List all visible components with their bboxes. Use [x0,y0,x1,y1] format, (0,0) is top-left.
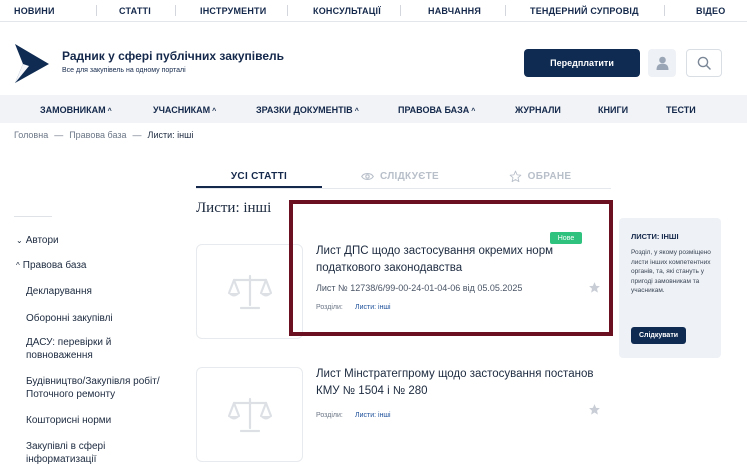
sidebar-group-authors[interactable]: ⌄ Автори [16,235,59,246]
article-thumbnail[interactable] [196,244,303,339]
chevron-up-icon: ^ [16,261,20,270]
sidebar-item-declaration[interactable]: Декларування [26,285,186,298]
main-nav-books[interactable]: КНИГИ [598,105,628,115]
tab-following[interactable]: СЛІДКУЄТЕ [345,165,455,187]
brand-subtitle: Все для закупівель на одному порталі [62,67,186,74]
highlight-frame [289,200,613,336]
sidebar-group-legal-base[interactable]: ^ Правова база [16,260,86,271]
main-nav-journals[interactable]: ЖУРНАЛИ [515,105,561,115]
sidebar-item-construction[interactable]: Будівництво/Закупівля робіт/ Поточного р… [26,375,178,401]
tabs-divider [196,188,611,189]
article-title[interactable]: Лист Мінстратегпрому щодо застосування п… [316,366,606,400]
main-nav-document-samples[interactable]: ЗРАЗКИ ДОКУМЕНТІВ ^ [256,105,359,115]
main-nav-legal-base[interactable]: ПРАВОВА БАЗА ^ [398,105,475,115]
sidebar-item-cost-norms[interactable]: Кошторисні норми [26,414,186,427]
article-thumbnail[interactable] [196,367,303,462]
chevron-up-icon: ^ [107,108,112,115]
sidebar-item-dasu[interactable]: ДАСУ: перевірки й повноваження [26,336,156,362]
top-nav-video[interactable]: ВІДЕО [696,6,725,16]
chevron-up-icon: ^ [212,108,217,115]
top-nav-divider [505,5,506,16]
top-nav-training[interactable]: НАВЧАННЯ [428,6,481,16]
main-nav-tests[interactable]: ТЕСТИ [666,105,696,115]
sidebar-divider [14,216,52,217]
top-nav-divider [287,5,288,16]
chevron-up-icon: ^ [354,108,359,115]
breadcrumb-current: Листи: інші [147,130,194,140]
top-nav-news[interactable]: НОВИНИ [14,6,55,16]
info-box-title: ЛИСТИ: ІНШІ [631,232,679,241]
info-box-text: Розділ, у якому розміщено листи інших ко… [631,249,711,294]
eye-icon [361,172,374,180]
chevron-down-icon: ⌄ [16,236,23,245]
favorite-star-icon[interactable] [588,403,601,416]
sidebar-item-defense-procurement[interactable]: Оборонні закупівлі [26,312,186,325]
top-nav-tools[interactable]: ІНСТРУМЕНТИ [200,6,266,16]
user-button[interactable] [648,49,676,77]
breadcrumb-legal-base[interactable]: Правова база [69,130,126,140]
follow-button[interactable]: Слідкувати [631,327,686,344]
top-nav-tender-support[interactable]: ТЕНДЕРНИЙ СУПРОВІД [530,6,639,16]
breadcrumb: Головна — Правова база — Листи: інші [14,130,194,140]
top-nav-articles[interactable]: СТАТТІ [119,6,151,16]
main-nav: ЗАМОВНИКАМ ^ УЧАСНИКАМ ^ ЗРАЗКИ ДОКУМЕНТІВ… [0,95,747,123]
top-nav-divider [96,5,97,16]
main-nav-customers[interactable]: ЗАМОВНИКАМ ^ [40,105,112,115]
top-nav: НОВИНИ СТАТТІ ІНСТРУМЕНТИ КОНСУЛЬТАЦІЇ Н… [0,0,747,22]
star-icon [509,170,522,182]
top-nav-divider [400,5,401,16]
top-nav-consultations[interactable]: КОНСУЛЬТАЦІЇ [313,6,381,16]
tab-all-articles[interactable]: УСІ СТАТТІ [196,165,322,187]
brand-title[interactable]: Радник у сфері публічних закупівель [62,49,284,63]
search-button[interactable] [686,49,722,77]
logo-icon[interactable] [13,42,51,84]
main-nav-participants[interactable]: УЧАСНИКАМ ^ [153,105,216,115]
sidebar-item-informatization[interactable]: Закупівлі в сфері інформатизації [26,440,156,466]
top-nav-divider [175,5,176,16]
scales-icon [227,397,272,432]
user-icon [656,56,668,70]
subscribe-button[interactable]: Передплатити [524,49,640,77]
article-sections-label: Розділи: [316,412,343,419]
top-nav-divider [664,5,665,16]
breadcrumb-home[interactable]: Головна [14,130,48,140]
chevron-up-icon: ^ [471,108,476,115]
scales-icon [227,274,272,309]
search-icon [697,56,711,70]
article-section-link[interactable]: Листи: інші [355,412,391,419]
tab-favorites[interactable]: ОБРАНЕ [490,165,590,187]
page-title: Листи: інші [196,200,272,216]
